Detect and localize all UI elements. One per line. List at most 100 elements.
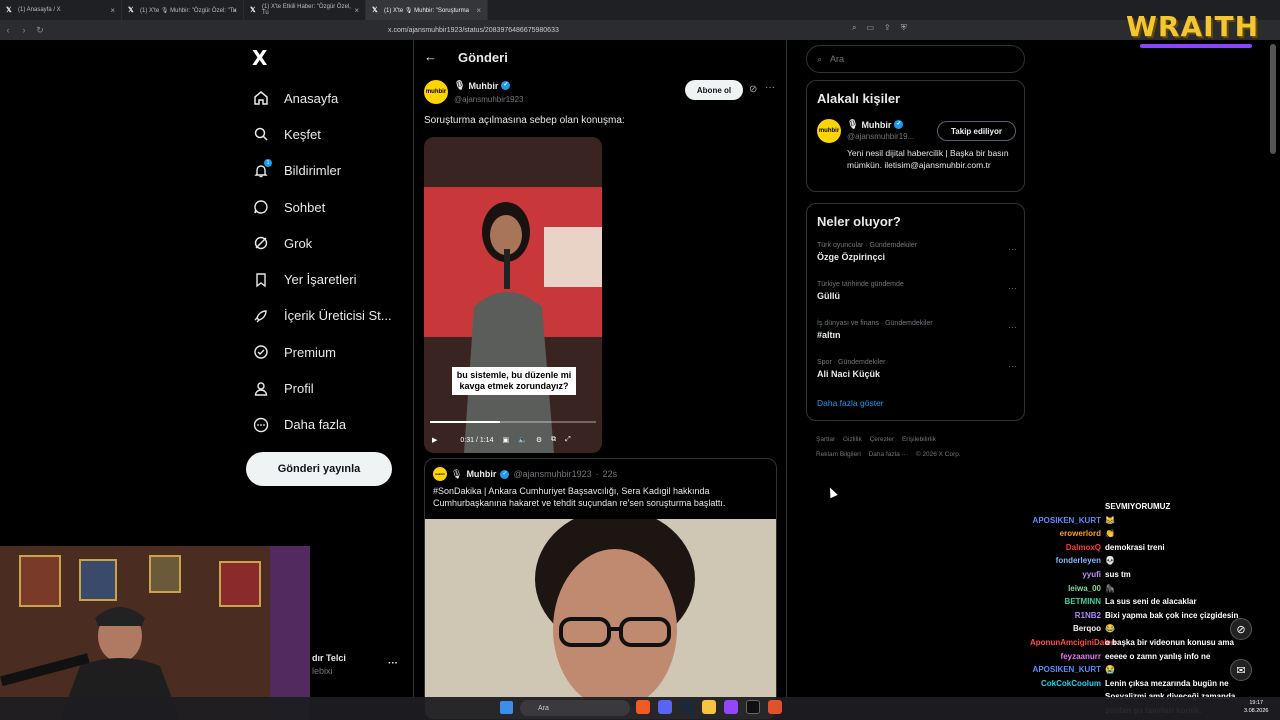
captions-icon[interactable]: ▣ <box>502 436 509 444</box>
chat-username <box>1030 500 1105 514</box>
tweet-author: muhbir 🎙 Muhbir ✓ @ajansmuhbir1923 <box>424 80 524 104</box>
cast-icon[interactable]: ▭ <box>866 23 874 33</box>
video-progress-bar[interactable] <box>430 421 596 423</box>
back-arrow-icon[interactable]: ← <box>424 49 437 64</box>
close-tab-icon[interactable]: × <box>476 6 481 15</box>
taskbar-apps <box>636 700 782 714</box>
grok-icon[interactable]: ⊘ <box>749 84 757 95</box>
page-title: Gönderi <box>458 50 508 65</box>
chat-username: APOSIKEN_KURT <box>1032 665 1101 675</box>
chat-text: o başka bir videonun konusu ama <box>1105 637 1234 647</box>
trend-more-icon[interactable]: ··· <box>1008 322 1017 332</box>
trend-more-icon[interactable]: ··· <box>1008 283 1017 293</box>
trend-more-icon[interactable]: ··· <box>1008 244 1017 254</box>
author-handle[interactable]: @ajansmuhbir1923 <box>454 95 524 104</box>
grok-float-icon[interactable]: ⊘ <box>1230 618 1252 640</box>
footer-link[interactable]: Şartlar <box>816 436 835 443</box>
play-icon[interactable]: ▶ <box>432 436 437 444</box>
sidebar-item-bookmarks[interactable]: Yer İşaretleri <box>252 261 402 297</box>
x-favicon-icon: 𝕏 <box>372 7 378 14</box>
brave-icon[interactable] <box>636 700 650 714</box>
post-button[interactable]: Gönderi yayınla <box>246 452 392 486</box>
trend-item[interactable]: Türkiye tarihinde gündemde Güllü ··· <box>817 281 1017 301</box>
browser-tab[interactable]: 𝕏 (1) X'te 🎙 Muhbir: "Özgür Özel: "Tu × <box>122 0 244 20</box>
zoom-icon[interactable]: ⌕ <box>852 23 856 33</box>
home-icon <box>252 89 270 107</box>
quoted-tweet[interactable]: muhbir 🎙 Muhbir ✓ @ajansmuhbir1923 · 22s… <box>424 458 777 720</box>
sidebar-item-explore[interactable]: Keşfet <box>252 116 402 152</box>
stream-chat: SEVMIYORUMUZ APOSIKEN_KURT 😹 erowerlord 👏 Dal… <box>1030 500 1280 718</box>
settings-icon[interactable]: ⚙ <box>536 436 542 444</box>
chat-text: 🦍 <box>1105 583 1115 593</box>
chat-message: erowerlord 👏 <box>1030 527 1280 541</box>
chat-username: erowerlord <box>1059 529 1101 539</box>
footer-link[interactable]: Reklam Bilgileri <box>816 451 861 458</box>
close-tab-icon[interactable]: × <box>110 6 115 15</box>
show-more-link[interactable]: Daha fazla göster <box>817 398 884 408</box>
browser-tab[interactable]: 𝕏 (1) Anasayfa / X × <box>0 0 122 20</box>
related-people-card: Alakalı kişiler muhbir 🎙 Muhbir ✓ @ajansmu… <box>806 80 1025 192</box>
trend-item[interactable]: İş dünyası ve finans · Gündemdekiler #al… <box>817 320 1017 340</box>
video-player[interactable]: bu sistemle, bu düzenle mi kavga etmek z… <box>424 137 602 453</box>
trend-more-icon[interactable]: ··· <box>1008 361 1017 371</box>
avatar[interactable]: muhbir <box>817 119 841 143</box>
trend-item[interactable]: Spor · Gündemdekiler Ali Naci Küçük ··· <box>817 359 1017 379</box>
sidebar-item-grok[interactable]: Grok <box>252 225 402 261</box>
chat-text: Bixi yapma bak çok ince çizgidesin <box>1105 610 1239 620</box>
discord-icon[interactable] <box>658 700 672 714</box>
more-options-icon[interactable]: ··· <box>765 82 775 93</box>
sidebar-item-home[interactable]: Anasayfa <box>252 80 402 116</box>
close-tab-icon[interactable]: × <box>232 6 237 15</box>
account-switcher[interactable]: dır Telci lebixi <box>312 653 346 676</box>
account-more-icon[interactable]: ··· <box>388 658 398 669</box>
footer-link[interactable]: Erişilebilirlik <box>902 436 936 443</box>
author-name[interactable]: Muhbir <box>468 81 498 91</box>
url-field[interactable]: x.com/ajansmuhbir1923/status/20839764866… <box>372 23 912 37</box>
avatar: muhbir <box>433 467 447 481</box>
taskbar-search[interactable]: Ara <box>520 700 630 716</box>
footer-link[interactable]: Daha fazla ··· <box>869 451 908 458</box>
trend-item[interactable]: Türk oyuncular · Gündemdekiler Özge Özpi… <box>817 242 1017 262</box>
close-tab-icon[interactable]: × <box>354 6 359 15</box>
pip-icon[interactable]: ⧉ <box>551 436 556 444</box>
chatgpt-icon[interactable] <box>746 700 760 714</box>
subscribe-button[interactable]: Abone ol <box>685 80 743 100</box>
following-button[interactable]: Takip ediliyor <box>937 121 1016 141</box>
sidebar-item-creator-studio[interactable]: İçerik Üreticisi St... <box>252 298 402 334</box>
chat-text: Lenin çıksa mezarında bugün ne <box>1105 678 1229 688</box>
browser-tab[interactable]: 𝕏 (1) X'te Etkili Haber: "Özgür Özel, Tu × <box>244 0 366 20</box>
sidebar-item-profile[interactable]: Profil <box>252 370 402 406</box>
obs-icon[interactable] <box>724 700 738 714</box>
reload-icon[interactable]: ↻ <box>32 25 48 36</box>
person-icon <box>252 380 270 398</box>
messages-float-icon[interactable]: ✉ <box>1230 659 1252 681</box>
avatar[interactable]: muhbir <box>424 80 448 104</box>
sidebar-item-premium[interactable]: Premium <box>252 334 402 370</box>
folder-icon[interactable] <box>702 700 716 714</box>
sidebar-item-notifications[interactable]: 1 Bildirimler <box>252 153 402 189</box>
forward-nav-icon[interactable]: › <box>16 25 32 35</box>
footer-link[interactable]: Gizlilik <box>843 436 862 443</box>
app-icon[interactable] <box>768 700 782 714</box>
share-icon[interactable]: ⇪ <box>884 23 891 33</box>
back-nav-icon[interactable]: ‹ <box>0 25 16 35</box>
chat-username: R1NB2 <box>1074 610 1101 620</box>
volume-icon[interactable]: 🔈 <box>518 436 527 444</box>
shield-icon[interactable]: ⛨ <box>901 23 907 33</box>
steam-icon[interactable] <box>680 700 694 714</box>
scrollbar[interactable] <box>1270 44 1276 154</box>
chat-message: BETMINN La sus seni de alacaklar <box>1030 595 1280 609</box>
taskbar-clock[interactable]: 19:17 3.08.2026 <box>1244 699 1268 715</box>
search-input[interactable]: ⌕ Ara <box>806 45 1025 73</box>
sidebar-item-chat[interactable]: Sohbet <box>252 189 402 225</box>
x-logo[interactable]: X <box>252 46 267 70</box>
chat-text: 😹 <box>1105 515 1115 525</box>
sidebar-item-more[interactable]: Daha fazla <box>252 407 402 443</box>
chat-username: BETMINN <box>1064 597 1101 607</box>
windows-start-icon[interactable] <box>500 701 513 714</box>
bookmark-icon <box>252 271 270 289</box>
chat-username: yyufi <box>1082 569 1101 579</box>
browser-tab-active[interactable]: 𝕏 (1) X'te 🎙 Muhbir: "Soruşturma × <box>366 0 488 20</box>
fullscreen-icon[interactable]: ⤢ <box>565 436 571 444</box>
footer-link[interactable]: Çerezler <box>870 436 895 443</box>
